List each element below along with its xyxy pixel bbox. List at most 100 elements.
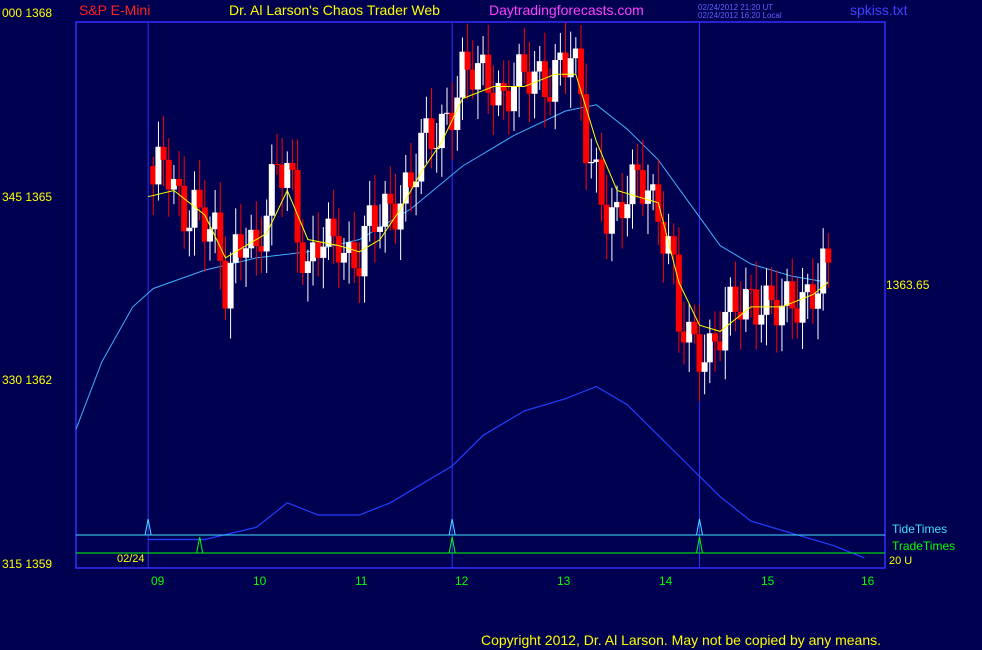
down-candle	[603, 204, 610, 234]
up-candle	[444, 112, 451, 114]
up-candle	[474, 63, 481, 90]
up-candle	[325, 218, 332, 247]
up-candle	[804, 284, 811, 293]
down-candle	[547, 96, 554, 102]
up-candle	[815, 293, 822, 309]
up-candle	[310, 242, 317, 262]
up-candle	[397, 203, 404, 230]
down-candle	[490, 92, 497, 106]
down-candle	[789, 281, 796, 309]
down-candle	[294, 169, 301, 243]
copyright-notice: Copyright 2012, Dr. Al Larson. May not b…	[481, 632, 882, 648]
up-candle	[232, 234, 239, 263]
x-tick-label: 11	[355, 574, 368, 588]
x-tick-label: 15	[761, 574, 775, 588]
up-candle	[459, 51, 466, 98]
up-candle	[155, 146, 162, 185]
up-candle	[742, 288, 749, 320]
up-candle	[650, 184, 657, 191]
up-candle	[170, 178, 177, 190]
down-candle	[428, 118, 435, 149]
down-candle	[794, 308, 801, 323]
up-candle	[423, 118, 430, 133]
candlestick-bars	[150, 22, 832, 402]
up-candle	[588, 161, 595, 164]
date-label: 02/24	[117, 553, 145, 565]
time-label: 20 U	[889, 555, 913, 567]
down-candle	[217, 212, 224, 261]
x-tick-label: 14	[659, 574, 673, 588]
down-candle	[160, 146, 167, 160]
down-candle	[464, 51, 471, 70]
down-candle	[562, 52, 569, 78]
down-candle	[237, 234, 244, 258]
down-candle	[279, 164, 286, 188]
down-candle	[176, 178, 183, 186]
up-candle	[799, 292, 806, 323]
up-candle	[536, 61, 543, 72]
y-tick-label: 330 1362	[2, 373, 53, 387]
up-candle	[248, 229, 255, 249]
down-candle	[660, 221, 667, 254]
x-tick-label: 10	[253, 574, 267, 588]
legend-tide-times: TideTimes	[892, 522, 948, 536]
up-candle	[243, 248, 250, 258]
down-candle	[521, 54, 528, 72]
down-candle	[500, 83, 507, 91]
up-candle	[361, 225, 368, 277]
down-candle	[577, 48, 584, 95]
last-price-label: 1363.65	[886, 278, 930, 292]
down-candle	[222, 260, 229, 309]
down-candle	[675, 254, 682, 332]
chart-canvas	[75, 21, 886, 569]
y-tick-label: 000 1368	[2, 6, 53, 20]
down-candle	[825, 248, 832, 263]
up-candle	[320, 246, 327, 258]
up-candle	[727, 286, 734, 312]
down-candle	[165, 159, 172, 190]
down-candle	[407, 172, 414, 188]
up-candle	[418, 132, 425, 182]
down-candle	[619, 202, 626, 219]
up-candle	[624, 204, 631, 219]
down-candle	[670, 236, 677, 255]
up-candle	[701, 362, 708, 372]
brand-link[interactable]: Daytradingforecasts.com	[489, 2, 644, 18]
down-candle	[485, 54, 492, 93]
up-candle	[516, 54, 523, 87]
up-candle	[284, 162, 291, 188]
up-candle	[304, 261, 311, 274]
down-candle	[691, 321, 698, 335]
up-candle	[593, 159, 600, 162]
site-title: Dr. Al Larson's Chaos Trader Web	[229, 2, 440, 18]
down-candle	[258, 246, 265, 252]
timing-spikes	[144, 518, 703, 554]
up-candle	[212, 212, 219, 230]
up-candle	[510, 86, 517, 112]
up-candle	[186, 227, 193, 232]
down-candle	[387, 193, 394, 204]
instrument-title: S&P E-Mini	[79, 2, 151, 18]
up-candle	[227, 262, 234, 309]
timestamp-local: 02/24/2012 16:20 Local	[698, 11, 782, 20]
up-candle	[340, 252, 347, 263]
down-candle	[773, 300, 780, 326]
down-candle	[598, 159, 605, 205]
up-candle	[366, 205, 373, 226]
down-candle	[505, 90, 512, 112]
down-candle	[526, 71, 533, 94]
up-candle	[268, 164, 275, 216]
up-candle	[629, 164, 636, 205]
x-tick-label: 16	[861, 574, 875, 588]
down-candle	[201, 207, 208, 242]
down-candle	[315, 242, 322, 258]
down-candle	[696, 334, 703, 372]
up-candle	[686, 321, 693, 343]
down-candle	[181, 185, 188, 232]
down-candle	[150, 166, 157, 185]
down-candle	[809, 284, 816, 309]
y-tick-label: 315 1359	[2, 557, 53, 571]
up-candle	[722, 311, 729, 351]
down-candle	[681, 331, 688, 343]
down-candle	[711, 333, 718, 342]
